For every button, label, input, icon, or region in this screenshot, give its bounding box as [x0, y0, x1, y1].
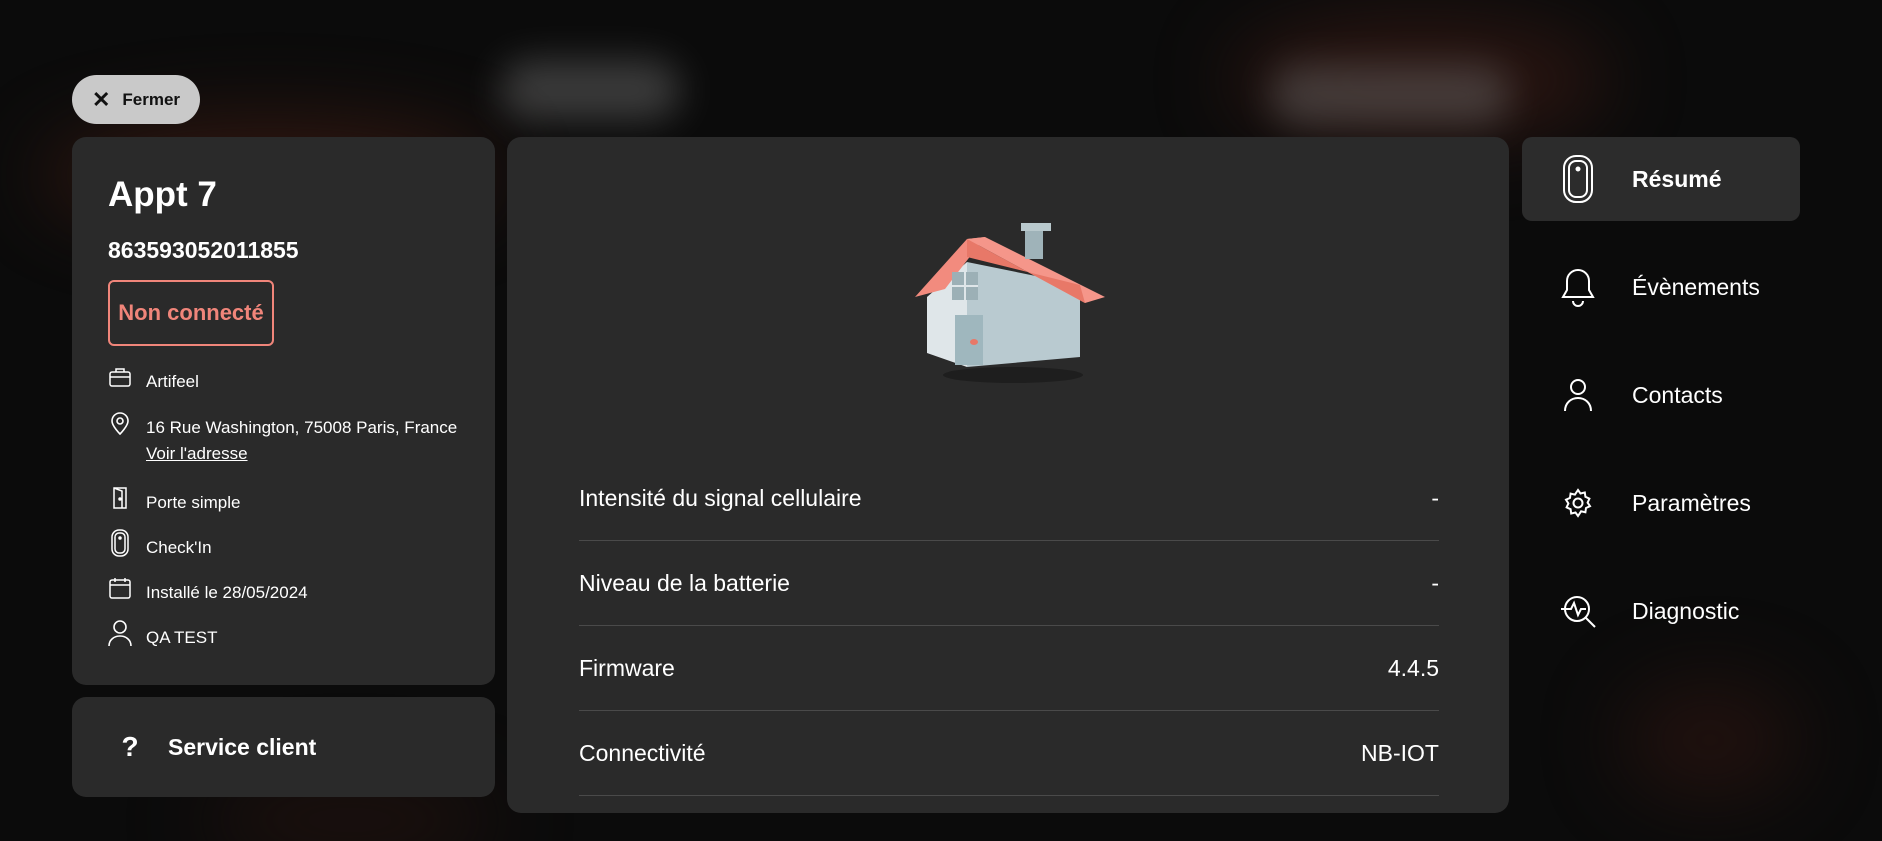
- property-row: Firmware 4.4.5: [579, 626, 1439, 711]
- address-text: 16 Rue Washington, 75008 Paris, France: [146, 418, 458, 437]
- installer-name: QA TEST: [146, 628, 218, 647]
- user-icon: [1556, 378, 1600, 412]
- user-icon: [108, 620, 132, 647]
- install-date-row: Installé le 28/05/2024: [108, 576, 308, 606]
- close-icon: ✕: [91, 86, 111, 112]
- company-row: Artifeel: [108, 365, 199, 395]
- device-icon: [108, 529, 132, 557]
- nav-label: Diagnostic: [1632, 597, 1740, 624]
- status-badge: Non connecté: [108, 280, 274, 346]
- door-icon: [108, 486, 132, 510]
- bell-icon: [1556, 267, 1600, 307]
- product-row: Check'In: [108, 529, 212, 561]
- nav-item-summary[interactable]: Résumé: [1522, 137, 1800, 221]
- door-type: Porte simple: [146, 493, 241, 512]
- property-value: -: [1431, 484, 1439, 511]
- property-row: Connectivité NB-IOT: [579, 711, 1439, 796]
- customer-service-button[interactable]: ? Service client: [72, 697, 495, 797]
- property-label: Connectivité: [579, 739, 706, 766]
- property-label: Niveau de la batterie: [579, 569, 790, 596]
- help-icon: ?: [121, 731, 139, 762]
- side-navigation: Résumé Évènements Contacts Paramètres Di…: [1522, 137, 1800, 677]
- briefcase-icon: [108, 365, 132, 389]
- company-name: Artifeel: [146, 372, 199, 391]
- house-illustration: [905, 197, 1115, 387]
- nav-item-contacts[interactable]: Contacts: [1522, 353, 1800, 437]
- door-type-row: Porte simple: [108, 486, 240, 516]
- close-button-label: Fermer: [122, 89, 181, 109]
- calendar-icon: [108, 576, 132, 600]
- device-info-card: Appt 7 863593052011855 Non connecté Arti…: [72, 137, 495, 685]
- nav-label: Paramètres: [1632, 489, 1751, 516]
- property-row: Niveau de la batterie -: [579, 541, 1439, 626]
- location-pin-icon: [108, 411, 132, 435]
- diagnostic-icon: [1556, 594, 1600, 628]
- nav-item-diagnostic[interactable]: Diagnostic: [1522, 569, 1800, 653]
- nav-item-events[interactable]: Évènements: [1522, 245, 1800, 329]
- device-serial: 863593052011855: [108, 237, 299, 263]
- gear-icon: [1556, 488, 1600, 518]
- property-label: Firmware: [579, 654, 675, 681]
- summary-panel: Intensité du signal cellulaire - Niveau …: [507, 137, 1509, 813]
- installer-row: QA TEST: [108, 620, 218, 651]
- device-icon: [1556, 154, 1600, 204]
- nav-item-settings[interactable]: Paramètres: [1522, 461, 1800, 545]
- nav-label: Contacts: [1632, 381, 1723, 408]
- nav-label: Résumé: [1632, 165, 1722, 192]
- property-row: Intensité du signal cellulaire -: [579, 456, 1439, 541]
- view-address-link[interactable]: Voir l'adresse: [146, 444, 248, 463]
- device-name: Appt 7: [108, 175, 217, 214]
- close-button[interactable]: ✕ Fermer: [72, 75, 200, 124]
- customer-service-label: Service client: [168, 733, 317, 760]
- property-value: -: [1431, 569, 1439, 596]
- product-name: Check'In: [146, 538, 212, 557]
- property-label: Intensité du signal cellulaire: [579, 484, 862, 511]
- property-value: 4.4.5: [1387, 654, 1439, 681]
- install-date: Installé le 28/05/2024: [146, 583, 308, 602]
- property-value: NB-IOT: [1361, 739, 1439, 766]
- nav-label: Évènements: [1632, 273, 1760, 300]
- address-row: 16 Rue Washington, 75008 Paris, France V…: [108, 411, 457, 467]
